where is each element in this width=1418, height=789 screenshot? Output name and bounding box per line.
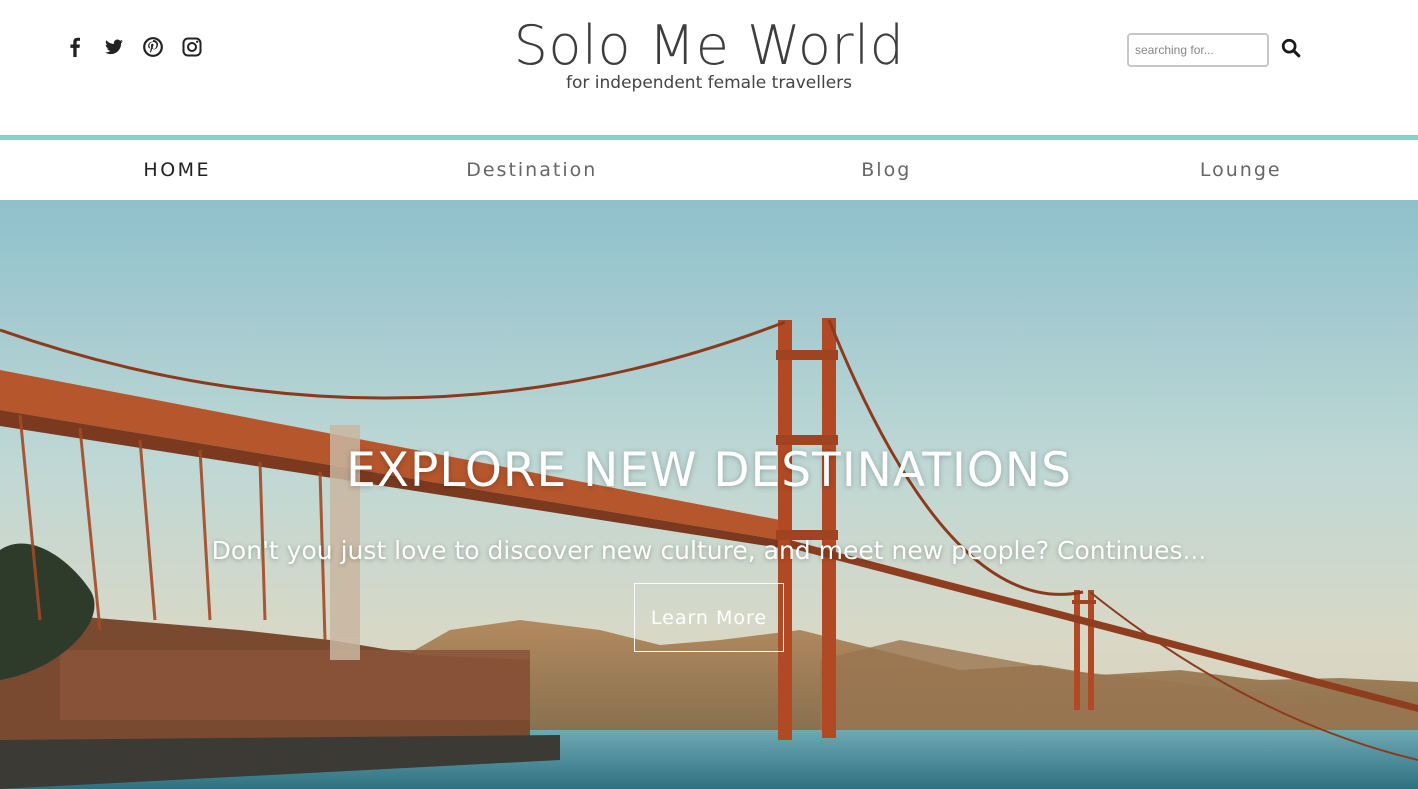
learn-more-button[interactable]: Learn More <box>634 583 784 652</box>
nav-item-blog[interactable]: Blog <box>709 140 1064 200</box>
main-nav: HOME Destination Blog Lounge <box>0 140 1418 200</box>
hero-title: EXPLORE NEW DESTINATIONS <box>346 443 1072 498</box>
site-header: Solo Me World for independent female tra… <box>0 0 1418 135</box>
site-tagline: for independent female travellers <box>566 73 852 93</box>
hero-banner: EXPLORE NEW DESTINATIONS Don't you just … <box>0 200 1418 789</box>
search-input[interactable] <box>1127 33 1269 67</box>
nav-item-destination[interactable]: Destination <box>355 140 710 200</box>
hero-description: Don't you just love to discover new cult… <box>211 536 1207 565</box>
nav-item-lounge[interactable]: Lounge <box>1064 140 1418 200</box>
search-button[interactable] <box>1280 36 1304 60</box>
nav-item-home[interactable]: HOME <box>0 140 355 200</box>
search-icon <box>1281 38 1301 58</box>
